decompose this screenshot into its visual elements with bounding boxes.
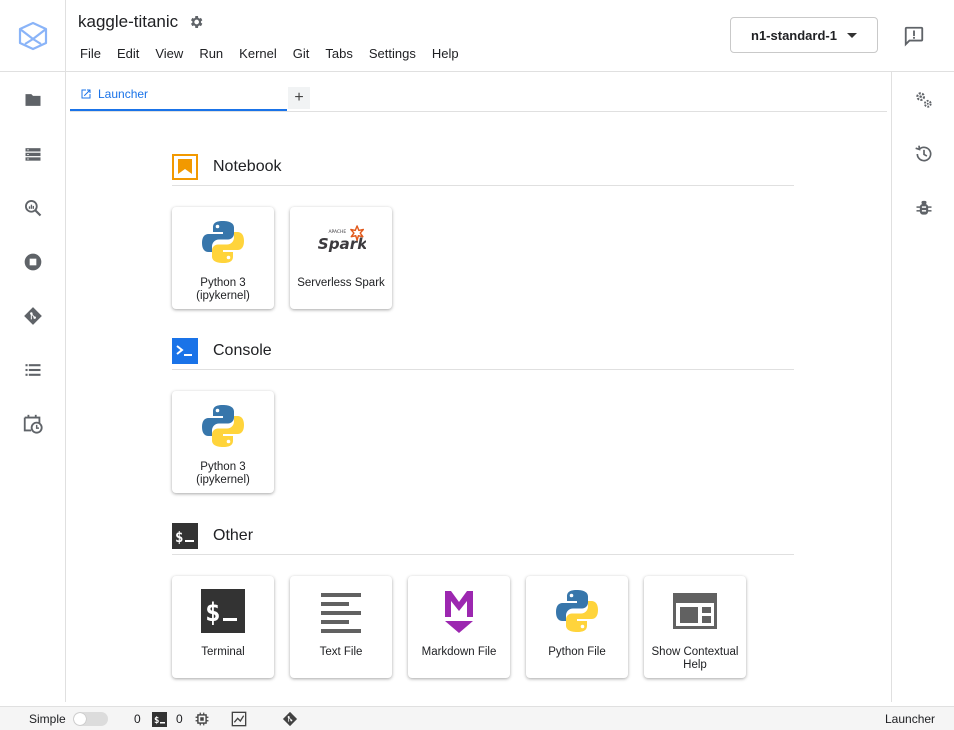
markdown-icon — [434, 586, 484, 636]
console-icon — [172, 338, 198, 364]
gear-icon[interactable] — [188, 14, 204, 30]
launcher-card-python3-console[interactable]: Python 3 (ipykernel) — [172, 391, 274, 493]
launcher-card-serverless-spark[interactable]: Spark APACHE Serverless Spark — [290, 207, 392, 309]
text-file-icon — [316, 586, 366, 636]
launcher-card-python-file[interactable]: Python File — [526, 576, 628, 678]
table-of-contents-icon[interactable] — [21, 358, 45, 382]
svg-text:APACHE: APACHE — [329, 229, 347, 235]
caret-down-icon — [846, 32, 857, 38]
card-label: Show Contextual Help — [651, 646, 739, 671]
section-console: Console — [172, 338, 794, 370]
svg-text:Spark: Spark — [318, 235, 366, 253]
card-label: Markdown File — [421, 646, 497, 658]
folder-icon[interactable] — [21, 88, 45, 112]
top-header: kaggle-titanic File Edit View Run Kernel… — [0, 0, 954, 72]
section-notebook-label: Notebook — [213, 158, 282, 175]
title-row: kaggle-titanic — [78, 12, 204, 32]
card-label: Terminal — [201, 646, 245, 658]
python-icon — [552, 586, 602, 636]
status-bar: Simple 0 $ 0 Launcher — [0, 706, 954, 730]
property-inspector-icon[interactable] — [912, 88, 936, 112]
section-other-label: Other — [213, 527, 254, 544]
menu-edit[interactable]: Edit — [109, 44, 147, 63]
card-label: Python File — [548, 646, 606, 658]
git-status-icon[interactable] — [282, 711, 298, 727]
spark-logo-icon: Spark APACHE — [316, 217, 366, 267]
terminal-icon: $ — [198, 586, 248, 636]
jupyterlab-window: kaggle-titanic File Edit View Run Kernel… — [0, 0, 954, 730]
svg-text:$: $ — [154, 716, 159, 726]
debugger-icon[interactable] — [912, 196, 936, 220]
machine-type-label: n1-standard-1 — [751, 27, 837, 43]
tab-launcher[interactable]: Launcher — [70, 78, 287, 111]
feedback-button[interactable] — [900, 22, 928, 50]
launch-icon — [81, 89, 91, 98]
left-sidebar — [0, 72, 66, 702]
contextual-help-icon — [670, 586, 720, 636]
menu-file[interactable]: File — [72, 44, 109, 63]
launcher-card-text-file[interactable]: Text File — [290, 576, 392, 678]
terminals-count[interactable]: 0 — [176, 712, 183, 726]
launcher-card-python3-notebook[interactable]: Python 3 (ipykernel) — [172, 207, 274, 309]
schedule-icon[interactable] — [21, 412, 45, 436]
menu-settings[interactable]: Settings — [361, 44, 424, 63]
section-other: $ Other — [172, 523, 794, 555]
machine-type-dropdown[interactable]: n1-standard-1 — [730, 17, 878, 53]
terminal-icon: $ — [172, 523, 198, 549]
vertex-logo-icon — [18, 21, 47, 51]
launcher-card-markdown-file[interactable]: Markdown File — [408, 576, 510, 678]
python-icon — [198, 401, 248, 451]
menu-kernel[interactable]: Kernel — [231, 44, 285, 63]
launcher-card-terminal[interactable]: $ Terminal — [172, 576, 274, 678]
card-label: Serverless Spark — [297, 277, 385, 289]
menu-help[interactable]: Help — [424, 44, 467, 63]
card-label: Text File — [319, 646, 363, 658]
launcher-card-contextual-help[interactable]: Show Contextual Help — [644, 576, 746, 678]
new-tab-button[interactable]: + — [288, 87, 310, 109]
terminal-icon: $ — [152, 712, 167, 727]
feedback-icon — [904, 26, 924, 47]
right-sidebar — [891, 72, 954, 702]
kernels-count[interactable]: 0 — [134, 712, 141, 726]
menu-bar: File Edit View Run Kernel Git Tabs Setti… — [72, 44, 467, 63]
resource-chart-icon[interactable] — [231, 711, 247, 727]
svg-text:$: $ — [205, 598, 221, 628]
python-icon — [198, 217, 248, 267]
tab-bar: Launcher + — [70, 78, 887, 112]
section-notebook: Notebook — [172, 154, 794, 186]
history-icon[interactable] — [912, 142, 936, 166]
search-icon[interactable] — [21, 196, 45, 220]
notebook-title: kaggle-titanic — [78, 12, 179, 31]
git-icon[interactable] — [21, 304, 45, 328]
notebook-icon — [172, 154, 198, 180]
svg-text:$: $ — [175, 530, 183, 546]
section-console-label: Console — [213, 342, 272, 359]
menu-git[interactable]: Git — [285, 44, 318, 63]
stop-circle-icon[interactable] — [21, 250, 45, 274]
card-label: Python 3 (ipykernel) — [196, 461, 250, 486]
status-current-tab: Launcher — [885, 712, 936, 726]
simple-mode-label: Simple — [29, 712, 66, 726]
logo[interactable] — [0, 0, 66, 72]
toggle-knob — [74, 713, 86, 725]
card-label: Python 3 (ipykernel) — [196, 277, 250, 302]
cpu-icon[interactable] — [195, 712, 209, 726]
menu-tabs[interactable]: Tabs — [317, 44, 360, 63]
running-list-icon[interactable] — [21, 142, 45, 166]
tab-launcher-label: Launcher — [98, 86, 149, 101]
menu-run[interactable]: Run — [191, 44, 231, 63]
simple-mode-toggle[interactable] — [73, 712, 108, 726]
menu-view[interactable]: View — [147, 44, 191, 63]
